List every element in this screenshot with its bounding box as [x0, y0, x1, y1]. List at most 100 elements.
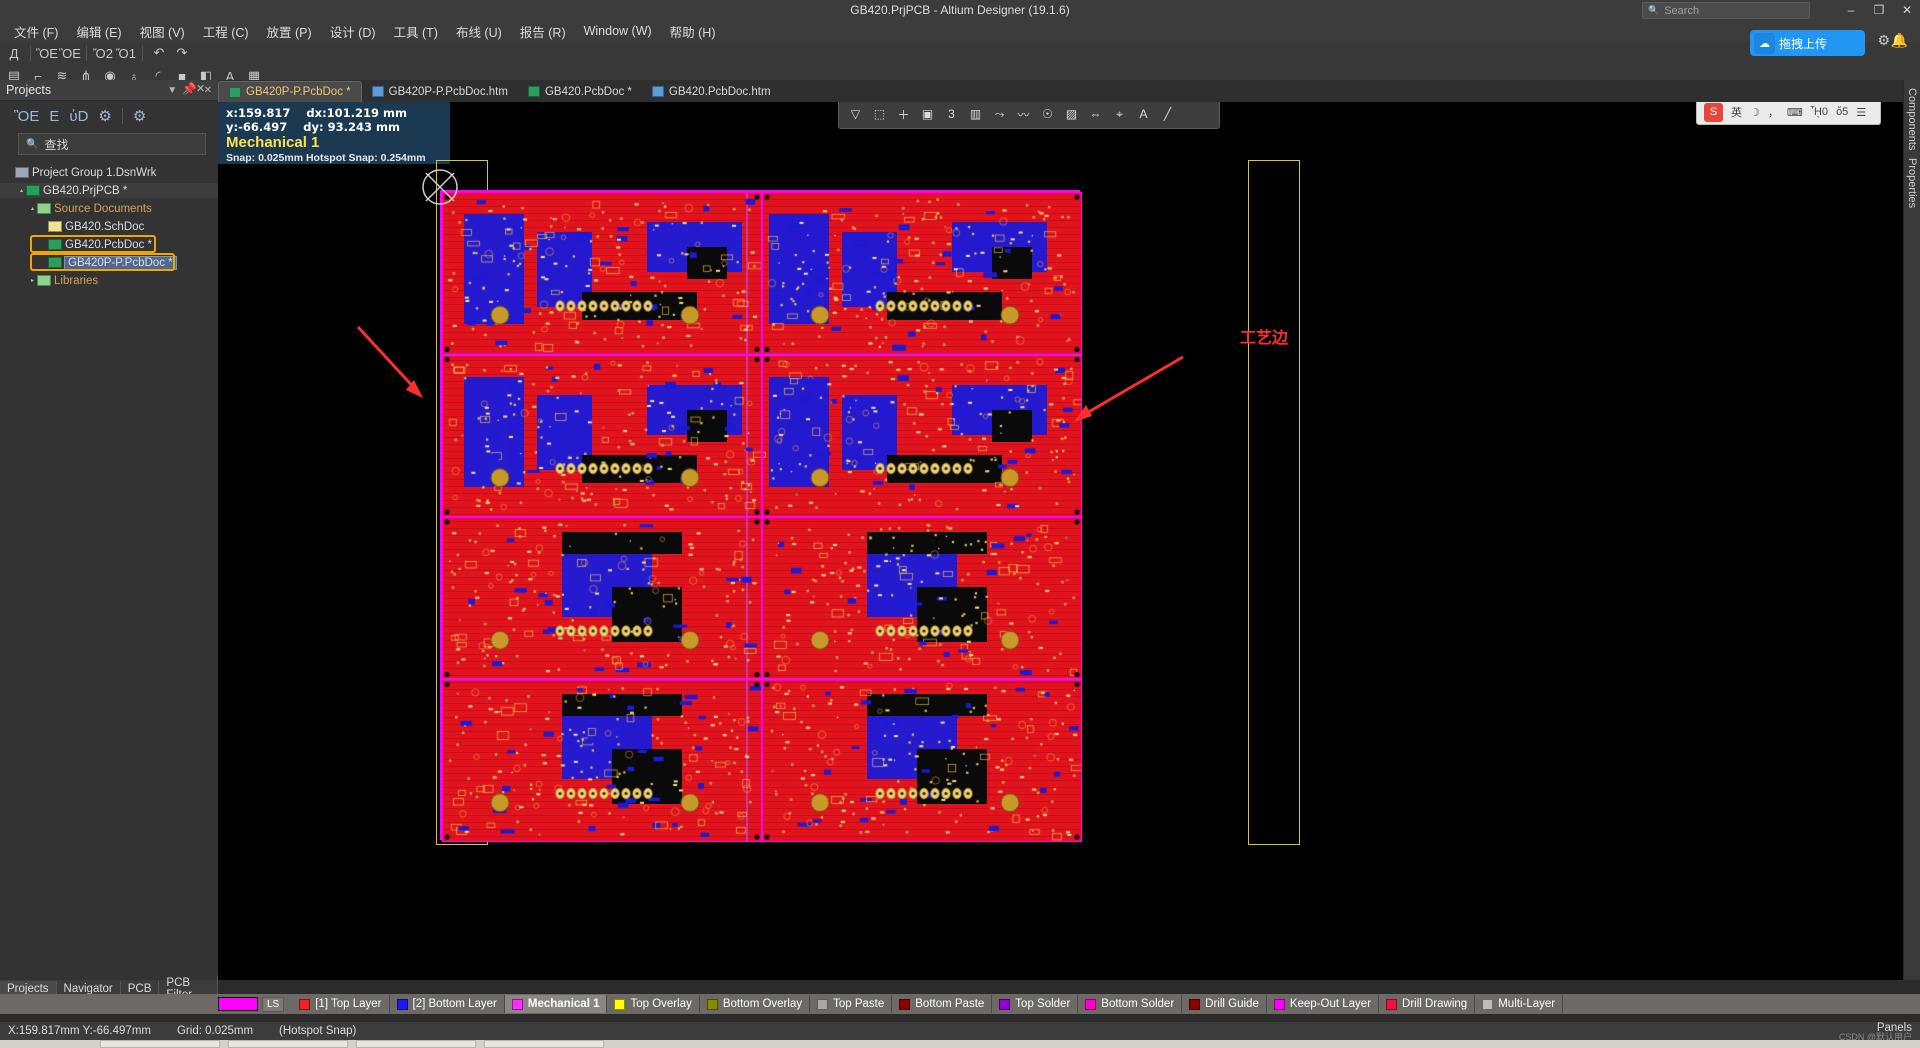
tree-item-1[interactable]: ▴ GB420.PrjPCB * [0, 183, 218, 198]
layer-chip-drill-drawing[interactable]: Drill Drawing [1379, 995, 1475, 1013]
projects-open-project-search-icon[interactable]: ὐD [69, 108, 88, 125]
tree-expander-icon[interactable]: ▴ [28, 205, 37, 212]
menu-item-7[interactable]: 布线 (U) [447, 20, 511, 43]
dimension-icon[interactable]: ⇔ [1085, 104, 1106, 125]
document-tab-3[interactable]: GB420.PcbDoc.htm [642, 81, 781, 102]
layer-chip-top-solder[interactable]: Top Solder [992, 995, 1078, 1013]
save-all-icon[interactable]: ὋE [60, 44, 80, 62]
altium-logo-icon[interactable]: Д [4, 44, 24, 62]
maximize-button[interactable]: ❐ [1872, 0, 1886, 20]
save-icon[interactable]: ὋE [37, 44, 57, 62]
pcb-floating-toolbar: ▽ ⬚ ＋ ▣ ὜3 ▥ ⤳ 〰 ☉ ▨ ⇔ ⌖ A ╱ [838, 102, 1220, 129]
taskbar-item[interactable] [356, 1040, 476, 1048]
tree-item-2[interactable]: ▴ Source Documents [0, 201, 218, 216]
language-icon[interactable]: 英 [1731, 104, 1742, 120]
document-tab-2[interactable]: GB420.PcbDoc * [518, 81, 642, 102]
tree-expander-icon[interactable]: ▸ [28, 277, 37, 284]
menu-icon[interactable]: ☰ [1856, 106, 1866, 119]
menu-item-2[interactable]: 视图 (V) [131, 20, 194, 43]
document-tab-0[interactable]: GB420P-P.PcbDoc * [218, 81, 362, 102]
menu-item-9[interactable]: Window (W) [575, 22, 661, 40]
open-folder-icon[interactable]: Ὄ2 [93, 44, 113, 62]
menu-item-8[interactable]: 报告 (R) [511, 20, 575, 43]
board-planning-icon[interactable]: ▣ [917, 104, 938, 125]
upload-button[interactable]: ☁ 拖拽上传 [1750, 30, 1865, 56]
taskbar-item[interactable] [484, 1040, 604, 1048]
upload-label: 拖拽上传 [1779, 35, 1827, 52]
tree-item-6[interactable]: ▸ Libraries [0, 273, 218, 288]
measure-icon[interactable]: ⌖ [1109, 104, 1130, 125]
layer-chip-bottom-overlay[interactable]: Bottom Overlay [700, 995, 810, 1013]
layer-chip-top-paste[interactable]: Top Paste [810, 995, 892, 1013]
menu-item-4[interactable]: 放置 (P) [258, 20, 321, 43]
layer-chip--1-top-layer[interactable]: [1] Top Layer [292, 995, 389, 1013]
layer-chip--2-bottom-layer[interactable]: [2] Bottom Layer [390, 995, 505, 1013]
tree-item-3[interactable]: GB420.SchDoc [0, 219, 218, 234]
menu-item-6[interactable]: 工具 (T) [385, 20, 447, 43]
bell-icon[interactable]: 🔔 [1891, 32, 1908, 49]
layer-sets-button[interactable]: LS [262, 997, 284, 1012]
dock-tab-properties[interactable]: Properties [1906, 158, 1918, 208]
projects-save-icon[interactable]: ὋE [14, 108, 39, 125]
redo-icon[interactable]: ↷ [172, 44, 192, 62]
taskbar-item[interactable] [100, 1040, 220, 1048]
punctuation-icon[interactable]: ， [1768, 104, 1779, 120]
menu-item-0[interactable]: 文件 (F) [5, 20, 67, 43]
layer-chip-label: Drill Drawing [1402, 998, 1467, 1010]
skin-icon[interactable]: ὅ5 [1836, 106, 1848, 118]
layer-chip-top-overlay[interactable]: Top Overlay [607, 995, 699, 1013]
add-icon[interactable]: ＋ [893, 104, 914, 125]
document-tab-1[interactable]: GB420P-P.PcbDoc.htm [362, 81, 518, 102]
tree-expander-icon[interactable]: ▴ [17, 187, 26, 194]
layer-chip-bottom-solder[interactable]: Bottom Solder [1078, 995, 1182, 1013]
undo-icon[interactable]: ↶ [149, 44, 169, 62]
tree-item-0[interactable]: Project Group 1.DsnWrk [0, 165, 218, 180]
layer-chip-drill-guide[interactable]: Drill Guide [1182, 995, 1267, 1013]
tree-item-4[interactable]: GB420.PcbDoc * [0, 237, 218, 252]
close-button[interactable]: ✕ [1900, 0, 1914, 20]
sogou-icon[interactable]: S [1704, 103, 1723, 122]
minimize-button[interactable]: – [1844, 0, 1858, 20]
projects-settings-gear-icon[interactable]: ⚙ [133, 107, 146, 125]
layer-color-swatch [614, 999, 625, 1010]
taskbar-item[interactable] [228, 1040, 348, 1048]
layer-stack-icon[interactable]: ὜3 [941, 104, 962, 125]
keyboard-icon[interactable]: ⌨ [1787, 106, 1803, 119]
layer-chip-label: Bottom Paste [915, 998, 984, 1010]
projects-compile-icon[interactable]: ὜E [49, 108, 59, 125]
filter-icon[interactable]: ▽ [845, 104, 866, 125]
tab-strip-close-icon[interactable]: ✕ [196, 82, 205, 95]
projects-search-input[interactable]: 🔍 查找 [18, 133, 206, 155]
tab-strip-pin-icon[interactable]: 📌 [182, 82, 196, 95]
toolbox-icon[interactable]: ᾟ0 [1811, 106, 1828, 118]
text-icon[interactable]: A [1133, 104, 1154, 125]
polygon-pour-icon[interactable]: ▨ [1061, 104, 1082, 125]
menu-item-10[interactable]: 帮助 (H) [661, 20, 725, 43]
menu-item-1[interactable]: 编辑 (E) [67, 20, 130, 43]
tune-icon[interactable]: 〰 [1013, 104, 1034, 125]
layer-chip-bottom-paste[interactable]: Bottom Paste [892, 995, 992, 1013]
tree-item-5[interactable]: GB420P-P.PcbDoc * [0, 255, 218, 270]
route-icon[interactable]: ⤳ [989, 104, 1010, 125]
global-search-input[interactable]: 🔍 Search [1642, 2, 1810, 19]
via-stitch-icon[interactable]: ☉ [1037, 104, 1058, 125]
active-layer-swatch[interactable] [218, 997, 258, 1011]
pcb-canvas[interactable]: x:159.817 dx:101.219 mm y:-66.497 dy: 93… [218, 102, 1903, 980]
gear-icon[interactable]: ⚙ [1877, 32, 1890, 49]
open-project-icon[interactable]: Ὄ1 [116, 44, 136, 62]
chevron-down-icon[interactable]: ▼ [167, 85, 177, 96]
menu-item-5[interactable]: 设计 (D) [321, 20, 385, 43]
dock-tab-components[interactable]: Components [1906, 88, 1918, 150]
pcb-board-artwork [440, 190, 1080, 840]
menu-item-3[interactable]: 工程 (C) [194, 20, 258, 43]
moon-icon[interactable]: ☽ [1750, 106, 1760, 119]
board-region-icon[interactable]: ▥ [965, 104, 986, 125]
window-title: GB420.PrjPCB - Altium Designer (19.1.6) [0, 0, 1920, 20]
document-tab-label: GB420.PcbDoc.htm [669, 86, 771, 98]
mask-level-icon[interactable]: ⬚ [869, 104, 890, 125]
line-icon[interactable]: ╱ [1157, 104, 1178, 125]
layer-chip-mechanical-1[interactable]: Mechanical 1 [505, 995, 608, 1013]
layer-chip-keep-out-layer[interactable]: Keep-Out Layer [1267, 995, 1379, 1013]
projects-project-options-icon[interactable]: ⚙ [98, 107, 111, 125]
layer-chip-multi-layer[interactable]: Multi-Layer [1475, 995, 1563, 1013]
